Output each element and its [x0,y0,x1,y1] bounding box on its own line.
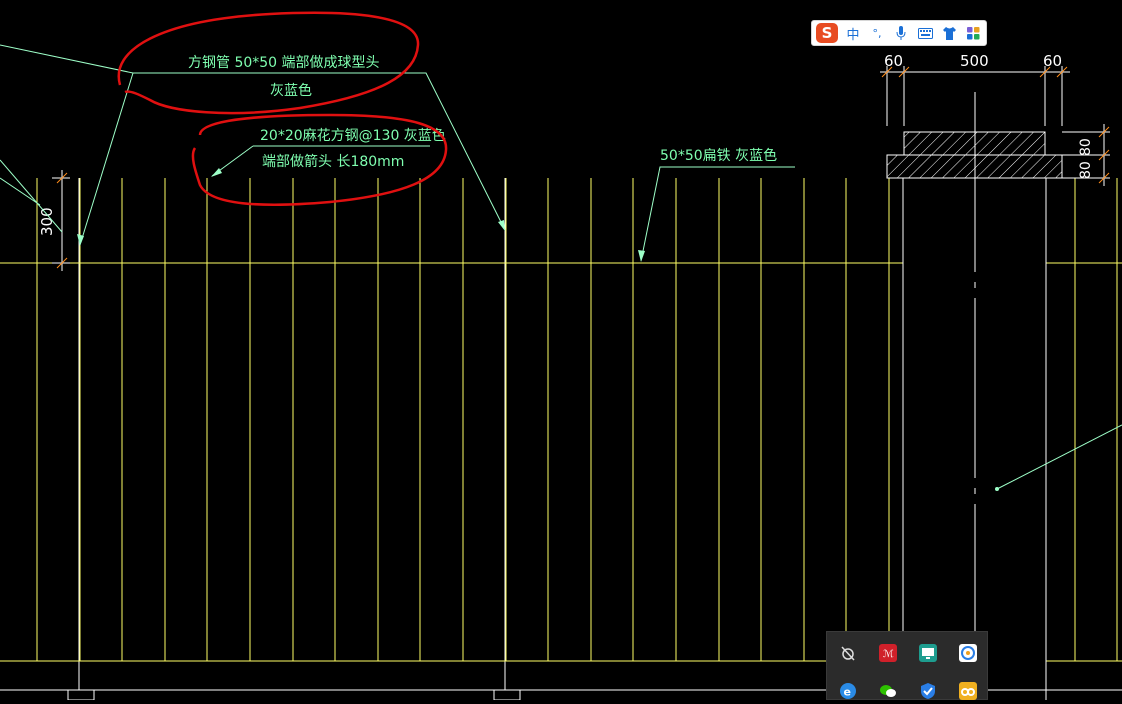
mic-icon[interactable] [892,26,910,40]
cloud-app-icon[interactable] [959,644,977,662]
dim-left-offset: 60 [884,52,903,70]
remote-desktop-icon[interactable] [919,644,937,662]
red-app-icon[interactable]: ℳ [879,644,897,662]
apps-icon[interactable] [964,26,982,40]
cad-drawing-canvas[interactable]: 60 500 60 80 80 300 方钢管 50*50 端部做成球型头 灰蓝… [0,0,1122,700]
red-markup [117,11,448,206]
browser-icon[interactable]: e [839,682,857,700]
ime-punct-toggle[interactable]: °, [868,27,886,40]
annotation-flat-steel: 50*50扁铁 灰蓝色 [660,147,777,164]
footing-middle [488,689,526,700]
footing-left [62,689,100,700]
dim-span: 500 [960,52,989,70]
ime-mode-toggle[interactable]: 中 [844,24,862,43]
network-monitor-icon[interactable] [839,644,857,662]
skin-icon[interactable] [940,26,958,40]
fence-posts [36,178,1118,690]
annotation-pipe-line2: 灰蓝色 [270,82,312,99]
baidu-netdisk-icon[interactable] [959,682,977,700]
svg-text:e: e [844,686,851,699]
annotation-bar-line1: 20*20麻花方钢@130 灰蓝色 [260,127,446,144]
annotation-bar-line2: 端部做箭头 长180mm [262,153,404,170]
leader-arrows [77,168,645,262]
dim-right-offset: 60 [1043,52,1062,70]
leader-lines [0,44,1122,491]
svg-text:ℳ: ℳ [883,649,894,660]
pillar-cap-top [903,131,1046,156]
annotation-pipe-line1: 方钢管 50*50 端部做成球型头 [188,55,380,71]
system-tray-overflow: ℳ e [826,631,988,700]
security-shield-icon[interactable] [919,682,937,700]
dim-cap-1: 80 [1078,138,1094,156]
pillar-cap-bottom [886,154,1063,179]
ime-toolbar[interactable]: S 中 °, [811,20,987,46]
wechat-icon[interactable] [879,682,897,700]
keyboard-icon[interactable] [916,27,934,39]
sogou-logo-icon[interactable]: S [816,23,838,43]
pillar [902,92,1047,700]
dim-cap-2: 80 [1078,161,1094,179]
